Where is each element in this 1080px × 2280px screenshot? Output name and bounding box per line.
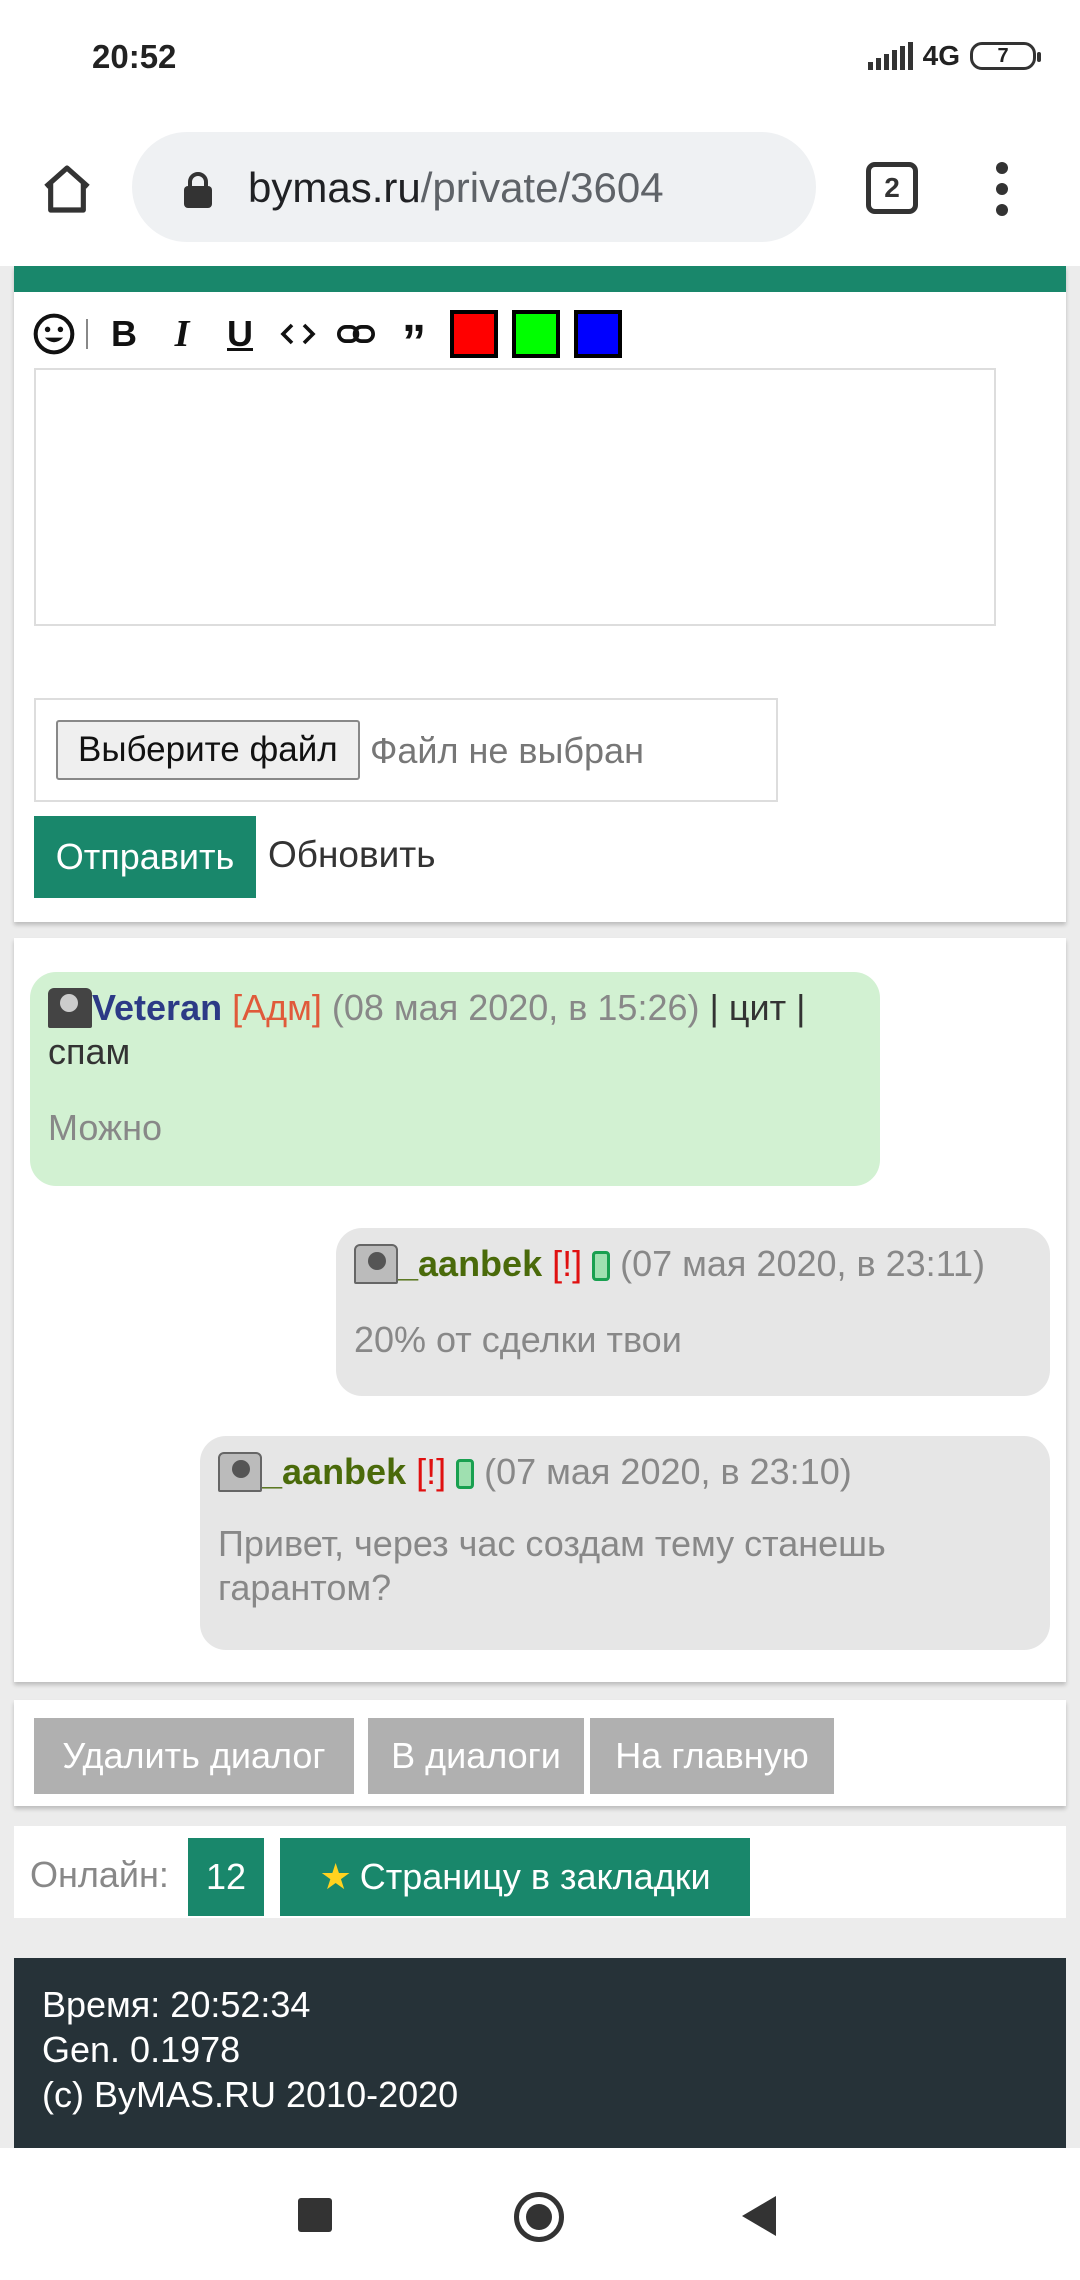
editor-toolbar: B I U ” [32, 310, 622, 369]
recent-apps-icon[interactable] [298, 2198, 332, 2232]
menu-icon[interactable] [980, 154, 1024, 224]
author-name[interactable]: Veteran [92, 987, 222, 1028]
status-bar: 20:52 4G 7 [0, 0, 1080, 118]
back-icon[interactable] [742, 2196, 776, 2236]
star-icon: ★ [319, 1856, 352, 1897]
page-content: B I U ” Выберите файл Файл не выбран Отп… [0, 266, 1080, 2148]
file-upload: Выберите файл Файл не выбран [34, 698, 778, 802]
online-bar: Онлайн: 12 ★ Страницу в закладки [14, 1826, 1066, 1918]
footer-copyright: (c) ByMAS.RU 2010-2020 [42, 2074, 459, 2115]
blue-color-button[interactable] [574, 310, 622, 358]
navigation-bar [0, 2148, 1080, 2280]
file-status: Файл не выбран [370, 730, 644, 771]
refresh-link[interactable]: Обновить [268, 834, 436, 876]
avatar[interactable] [218, 1452, 262, 1492]
home-nav-icon[interactable] [514, 2192, 564, 2242]
separator: | [796, 987, 806, 1028]
signal-icon [867, 42, 913, 70]
quote-icon[interactable]: ” [392, 312, 436, 369]
battery-level: 7 [997, 44, 1009, 67]
home-icon[interactable] [32, 154, 102, 224]
battery-icon: 7 [970, 42, 1041, 70]
smiley-icon[interactable] [32, 312, 76, 356]
bold-icon[interactable]: B [102, 312, 146, 356]
footer: Время: 20:52:34 Gen. 0.1978 (c) ByMAS.RU… [14, 1958, 1066, 2148]
footer-gen: Gen. 0.1978 [42, 2029, 241, 2070]
message-item: _aanbek [!] (07 мая 2020, в 23:10) Привет… [200, 1436, 1050, 1650]
avatar[interactable] [354, 1244, 398, 1284]
flag-badge: [!] [416, 1451, 447, 1492]
message-text: Можно [48, 1107, 162, 1148]
main-page-button[interactable]: На главную [590, 1718, 834, 1794]
bookmark-label: Страницу в закладки [359, 1856, 711, 1897]
network-type: 4G [922, 40, 960, 71]
message-date: (07 мая 2020, в 23:10) [484, 1451, 852, 1492]
author-name[interactable]: _aanbek [398, 1243, 542, 1284]
dialog-actions: Удалить диалог В диалоги На главную [14, 1700, 1066, 1806]
tabs-switcher-button[interactable]: 2 [866, 162, 918, 214]
red-color-button[interactable] [450, 310, 498, 358]
lock-icon [182, 172, 214, 213]
url-path: /private/3604 [420, 164, 664, 211]
green-color-button[interactable] [512, 310, 560, 358]
send-button[interactable]: Отправить [34, 816, 256, 898]
underline-icon[interactable]: U [218, 312, 262, 356]
avatar[interactable] [48, 988, 92, 1028]
author-name[interactable]: _aanbek [262, 1451, 406, 1492]
message-item: _aanbek [!] (07 мая 2020, в 23:11) 20% от… [336, 1228, 1050, 1396]
separator: | [709, 987, 719, 1028]
spam-link[interactable]: спам [48, 1031, 130, 1072]
message-form: B I U ” Выберите файл Файл не выбран Отп… [14, 266, 1066, 922]
message-text: 20% от сделки твои [354, 1319, 682, 1360]
messages-list: Veteran [Адм] (08 мая 2020, в 15:26) | ц… [14, 938, 1066, 1682]
italic-icon[interactable]: I [160, 312, 204, 356]
bookmark-button[interactable]: ★ Страницу в закладки [280, 1838, 750, 1916]
address-bar[interactable]: bymas.ru/private/3604 [132, 132, 816, 242]
online-label: Онлайн: [30, 1854, 169, 1895]
message-date: (08 мая 2020, в 15:26) [331, 987, 700, 1028]
url-text: bymas.ru/private/3604 [248, 164, 664, 212]
code-icon[interactable] [276, 312, 320, 356]
toolbar-separator [86, 319, 88, 349]
quote-link[interactable]: цит [729, 987, 786, 1028]
role-badge: [Адм] [232, 987, 322, 1028]
message-text: Привет, через час создам тему станешь га… [218, 1523, 886, 1608]
link-icon[interactable] [334, 312, 378, 356]
choose-file-button[interactable]: Выберите файл [56, 720, 360, 780]
message-textarea[interactable] [34, 368, 996, 626]
status-time: 20:52 [92, 38, 177, 75]
dialogs-button[interactable]: В диалоги [368, 1718, 584, 1794]
footer-time: Время: 20:52:34 [42, 1984, 311, 2025]
url-domain: bymas.ru [248, 164, 421, 211]
message-item: Veteran [Адм] (08 мая 2020, в 15:26) | ц… [30, 972, 880, 1186]
browser-toolbar: bymas.ru/private/3604 2 [0, 118, 1080, 266]
status-indicators: 4G 7 [867, 40, 1041, 72]
flag-badge: [!] [552, 1243, 583, 1284]
mobile-icon [592, 1251, 611, 1281]
message-date: (07 мая 2020, в 23:11) [620, 1243, 986, 1284]
header-strip [14, 266, 1066, 292]
online-count-button[interactable]: 12 [188, 1838, 264, 1916]
delete-dialog-button[interactable]: Удалить диалог [34, 1718, 354, 1794]
tab-count: 2 [884, 172, 900, 203]
mobile-icon [456, 1459, 475, 1489]
